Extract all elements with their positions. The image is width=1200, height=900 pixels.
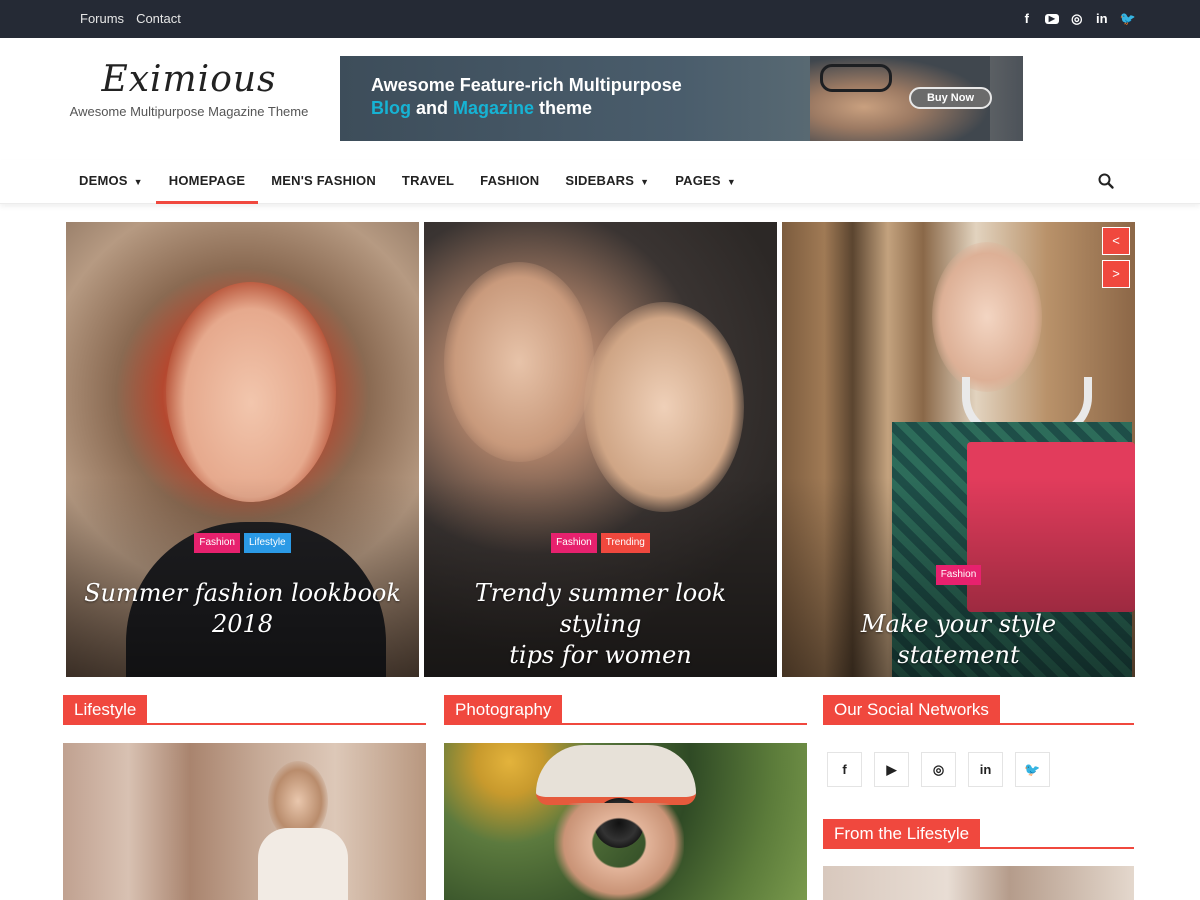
slide-title[interactable]: Trendy summer look styling tips for wome… [442,578,759,671]
instagram-icon[interactable]: ◎ [1070,10,1084,27]
nav-label: DEMOS [79,173,128,188]
top-bar: Forums Contact f ▶ ◎ in 🐦 [0,0,1200,38]
from-lifestyle-thumbnail[interactable] [823,866,1134,900]
site-tagline: Awesome Multipurpose Magazine Theme [69,104,309,119]
thumb-photo-hat [536,745,696,805]
slide-make-your-style-statement[interactable]: Fashion Make your style statement [782,222,1135,677]
banner-subline: Blog and Magazine theme [371,98,592,119]
nav-item-travel[interactable]: TRAVEL [389,160,467,204]
slide-photo-face [932,242,1042,392]
tag-lifestyle[interactable]: Lifestyle [243,533,291,553]
nav-label: FASHION [480,173,540,188]
nav-item-pages[interactable]: PAGES ▼ [662,160,749,204]
nav-item-mens-fashion[interactable]: MEN'S FASHION [258,160,389,204]
contact-link[interactable]: Contact [136,11,181,26]
lifestyle-section-header: Lifestyle [63,695,426,725]
nav-label: TRAVEL [401,173,455,188]
top-social-icons: f ▶ ◎ in 🐦 [1020,10,1136,27]
nav-label: MEN'S FASHION [271,173,376,188]
twitter-icon[interactable]: 🐦 [1120,10,1136,27]
slide-summer-fashion-lookbook[interactable]: Fashion Lifestyle Summer fashion lookboo… [66,222,419,677]
slide-photo-face [444,262,594,462]
nav-item-sidebars[interactable]: SIDEBARS ▼ [552,160,662,204]
slide-tags: Fashion Trending [424,533,777,553]
nav-menu: DEMOS ▼ HOMEPAGE MEN'S FASHION TRAVEL FAS… [66,160,749,204]
banner-highlight-magazine: Magazine [453,98,535,118]
social-section-header: Our Social Networks [823,695,1134,725]
banner-ad[interactable]: Awesome Feature-rich Multipurpose Blog a… [340,56,1023,141]
thumb-photo-hands [554,803,684,900]
banner-headline: Awesome Feature-rich Multipurpose [371,75,682,95]
section-title: From the Lifestyle [823,819,981,849]
section-title[interactable]: Lifestyle [63,695,148,725]
nav-label: HOMEPAGE [168,173,246,188]
slide-title-line: Make your style statement [860,610,1057,669]
instagram-icon[interactable]: ◎ [921,752,956,787]
twitter-icon[interactable]: 🐦 [1015,752,1050,787]
linkedin-icon[interactable]: in [1095,10,1109,27]
section-title: Our Social Networks [823,695,1000,725]
search-icon[interactable] [1097,172,1115,190]
slide-tags: Fashion Lifestyle [66,533,419,553]
thumb-photo-body [258,828,348,900]
section-title[interactable]: Photography [444,695,563,725]
banner-theme: theme [534,98,593,118]
facebook-icon[interactable]: f [827,752,862,787]
linkedin-icon[interactable]: in [968,752,1003,787]
site-logo[interactable]: Eximious Awesome Multipurpose Magazine T… [60,58,318,122]
nav-label: PAGES [675,173,721,188]
banner-glasses-shape [820,64,892,92]
slide-shade [66,477,419,677]
tag-fashion[interactable]: Fashion [935,565,982,585]
nav-item-demos[interactable]: DEMOS ▼ [66,160,156,204]
social-network-buttons: f ▶ ◎ in 🐦 [827,752,1050,787]
tag-trending[interactable]: Trending [600,533,650,553]
site-title[interactable]: Eximious [60,58,318,102]
main-navigation: DEMOS ▼ HOMEPAGE MEN'S FASHION TRAVEL FAS… [0,160,1200,204]
top-links: Forums Contact [80,11,181,26]
tag-fashion[interactable]: Fashion [551,533,597,553]
photography-post-thumbnail[interactable] [444,743,807,900]
chevron-down-icon: ▼ [133,177,143,187]
slide-tags: Fashion [782,565,1135,585]
slide-title-line: Summer fashion lookbook [84,579,401,607]
slide-trendy-summer-look[interactable]: Fashion Trending Trendy summer look styl… [424,222,777,677]
slide-photo-face [166,282,336,502]
slider-prev-button[interactable]: < [1102,227,1130,255]
slide-title[interactable]: Make your style statement [800,609,1117,671]
slide-title-line: tips for women [509,641,692,669]
buy-now-button[interactable]: Buy Now [909,87,992,109]
nav-label: SIDEBARS [565,173,635,188]
facebook-icon[interactable]: f [1020,10,1034,27]
from-lifestyle-section-header: From the Lifestyle [823,819,1134,849]
slide-title[interactable]: Summer fashion lookbook 2018 [84,578,401,640]
slide-title-line: 2018 [211,610,274,638]
photography-section-header: Photography [444,695,807,725]
forums-link[interactable]: Forums [80,11,124,26]
slide-title-line: Trendy summer look styling [474,579,727,638]
nav-item-homepage[interactable]: HOMEPAGE [155,160,259,204]
chevron-down-icon: ▼ [726,177,736,187]
banner-highlight-blog: Blog [371,98,411,118]
lifestyle-post-thumbnail[interactable] [63,743,426,900]
youtube-icon[interactable]: ▶ [874,752,909,787]
slider-next-button[interactable]: > [1102,260,1130,288]
banner-and: and [411,98,454,118]
tag-fashion[interactable]: Fashion [194,533,240,553]
nav-item-fashion[interactable]: FASHION [467,160,552,204]
youtube-icon[interactable]: ▶ [1044,13,1059,24]
chevron-down-icon: ▼ [640,177,650,187]
